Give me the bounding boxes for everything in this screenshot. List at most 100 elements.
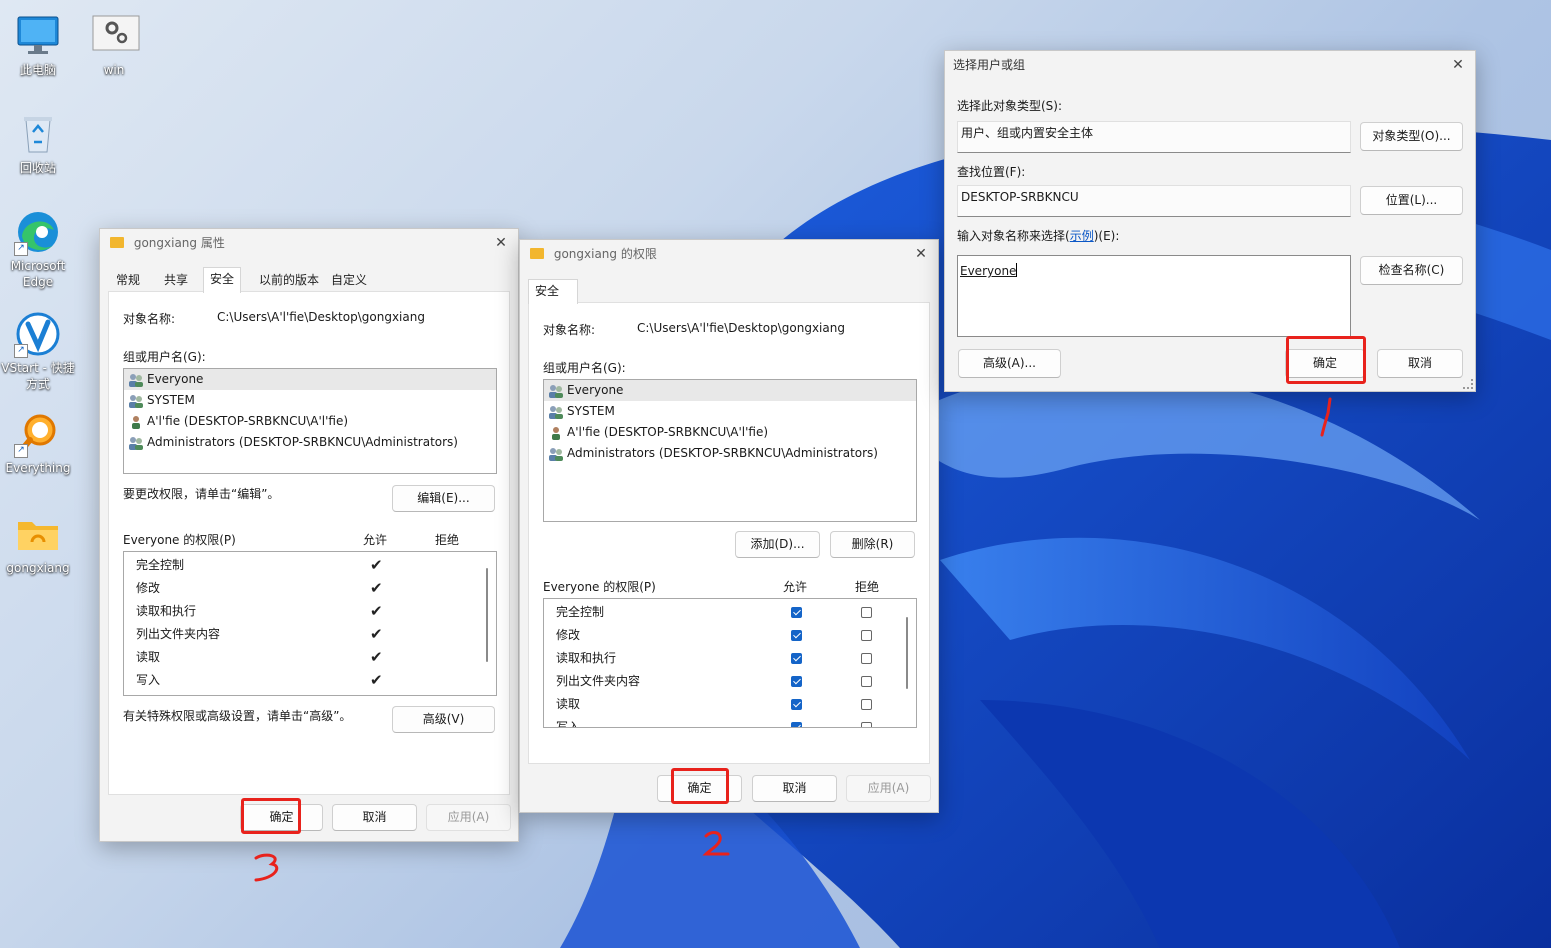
names-label: 输入对象名称来选择(示例)(E): (957, 227, 1119, 244)
desktop-icon-label: win (103, 63, 125, 77)
desktop-icon-gongxiang[interactable]: gongxiang (0, 512, 76, 576)
users-group-icon (128, 436, 144, 450)
cancel-button[interactable]: 取消 (332, 804, 417, 831)
allow-check-icon: ✔ (370, 625, 383, 643)
deny-checkbox[interactable] (861, 722, 872, 727)
object-type-field: 用户、组或内置安全主体 (957, 121, 1351, 153)
deny-checkbox[interactable] (861, 676, 872, 687)
properties-dialog: gongxiang 属性 ✕ 常规 共享 安全 以前的版本 自定义 对象名称: … (99, 228, 519, 842)
desktop-icon-label: VStart - 快捷方式 (1, 361, 75, 391)
users-group-icon (128, 373, 144, 387)
step-2-marker (700, 828, 734, 863)
object-type-label: 选择此对象类型(S): (957, 99, 1063, 113)
permission-row: 读取 (136, 646, 160, 669)
list-item[interactable]: Administrators (DESKTOP-SRBKNCU\Administ… (544, 443, 916, 464)
allow-check-icon: ✔ (370, 671, 383, 689)
allow-checkbox[interactable] (791, 676, 802, 687)
allow-check-icon: ✔ (370, 556, 383, 574)
users-list[interactable]: Everyone SYSTEM A'l'fie (DESKTOP-SRBKNCU… (123, 368, 497, 474)
desktop-icon-label: Everything (5, 461, 71, 475)
examples-link[interactable]: 示例 (1070, 229, 1094, 243)
close-button[interactable]: ✕ (492, 229, 510, 257)
user-name: A'l'fie (DESKTOP-SRBKNCU\A'l'fie) (567, 425, 769, 439)
users-group-icon (548, 447, 564, 461)
tab-security[interactable]: 安全 (528, 279, 578, 304)
list-item[interactable]: A'l'fie (DESKTOP-SRBKNCU\A'l'fie) (544, 422, 916, 443)
recycle-bin-icon (16, 112, 60, 156)
permission-row: 列出文件夹内容 (556, 670, 640, 693)
title-bar: gongxiang 的权限 ✕ (520, 240, 938, 268)
permission-name: 读取和执行 (136, 604, 197, 618)
advanced-button[interactable]: 高级(V) (392, 706, 495, 733)
user-name: Everyone (147, 372, 204, 386)
vstart-icon: ↗ (14, 312, 60, 358)
users-list[interactable]: Everyone SYSTEM A'l'fie (DESKTOP-SRBKNCU… (543, 379, 917, 522)
deny-header: 拒绝 (855, 580, 880, 594)
desktop-icon-edge[interactable]: ↗ Microsoft Edge (0, 210, 76, 290)
permission-row: 读取 (556, 693, 580, 716)
tab-general[interactable]: 常规 (110, 269, 146, 291)
desktop-icon-everything[interactable]: ↗ Everything (0, 412, 76, 476)
users-group-icon (548, 384, 564, 398)
allow-check-icon: ✔ (370, 648, 383, 666)
close-button[interactable]: ✕ (912, 240, 930, 268)
deny-checkbox[interactable] (861, 653, 872, 664)
cancel-button[interactable]: 取消 (752, 775, 837, 802)
users-group-icon (128, 394, 144, 408)
list-item[interactable]: Everyone (544, 380, 916, 401)
remove-button[interactable]: 删除(R) (830, 531, 915, 558)
apply-button[interactable]: 应用(A) (846, 775, 931, 802)
deny-checkbox[interactable] (861, 630, 872, 641)
edit-hint: 要更改权限，请单击“编辑”。 (123, 487, 280, 501)
object-names-input[interactable]: Everyone (957, 255, 1351, 337)
add-button[interactable]: 添加(D)... (735, 531, 820, 558)
cancel-button[interactable]: 取消 (1377, 349, 1463, 378)
user-name: SYSTEM (567, 404, 615, 418)
permissions-list[interactable]: 完全控制 ✔ 修改 ✔ 读取和执行 ✔ 列出文件夹内容 ✔ 读取 ✔ 写入 ✔ (123, 551, 497, 696)
close-button[interactable]: ✕ (1449, 51, 1467, 79)
handwritten-2-icon (702, 831, 730, 856)
permission-row: 写入 (556, 716, 580, 727)
allow-checkbox[interactable] (791, 607, 802, 618)
tab-previous-versions[interactable]: 以前的版本 (253, 269, 325, 291)
edge-icon: ↗ (14, 210, 60, 256)
text-caret (1016, 263, 1018, 277)
tab-customize[interactable]: 自定义 (325, 269, 373, 291)
desktop-icon-vstart[interactable]: ↗ VStart - 快捷方式 (0, 312, 76, 392)
list-item[interactable]: SYSTEM (544, 401, 916, 422)
title-bar: 选择用户或组 ✕ (945, 51, 1475, 79)
allow-checkbox[interactable] (791, 722, 802, 727)
tab-sharing[interactable]: 共享 (158, 269, 194, 291)
object-types-button[interactable]: 对象类型(O)... (1360, 122, 1463, 151)
list-item[interactable]: Everyone (124, 369, 496, 390)
list-item[interactable]: A'l'fie (DESKTOP-SRBKNCU\A'l'fie) (124, 411, 496, 432)
advanced-button[interactable]: 高级(A)... (958, 349, 1061, 378)
desktop-icon-recycle-bin[interactable]: 回收站 (0, 112, 76, 176)
object-name-label: 对象名称: (123, 312, 176, 326)
list-item[interactable]: Administrators (DESKTOP-SRBKNCU\Administ… (124, 432, 496, 453)
desktop-icon-this-pc[interactable]: 此电脑 (0, 14, 76, 78)
apply-button[interactable]: 应用(A) (426, 804, 511, 831)
deny-checkbox[interactable] (861, 699, 872, 710)
allow-checkbox[interactable] (791, 699, 802, 710)
desktop-icon-win[interactable]: win (76, 14, 152, 78)
list-item[interactable]: SYSTEM (124, 390, 496, 411)
edit-button[interactable]: 编辑(E)... (392, 485, 495, 512)
desktop-icon-label: 此电脑 (19, 63, 56, 77)
locations-button[interactable]: 位置(L)... (1360, 186, 1463, 215)
deny-checkbox[interactable] (861, 607, 872, 618)
window-title: gongxiang 的权限 (553, 247, 657, 261)
permissions-list[interactable]: 完全控制 修改 读取和执行 列出文件夹内容 读取 写入 (543, 598, 917, 728)
allow-checkbox[interactable] (791, 653, 802, 664)
scrollbar[interactable] (906, 617, 908, 689)
settings-file-icon (92, 14, 140, 58)
user-icon (548, 426, 564, 440)
tab-security[interactable]: 安全 (203, 267, 242, 293)
resize-grip-icon[interactable] (1463, 379, 1473, 389)
permission-row: 完全控制 (136, 554, 184, 577)
permissions-label: Everyone 的权限(P) (123, 533, 236, 547)
scrollbar[interactable] (486, 568, 488, 662)
object-names-value: Everyone (960, 264, 1017, 278)
allow-checkbox[interactable] (791, 630, 802, 641)
check-names-button[interactable]: 检查名称(C) (1360, 256, 1463, 285)
